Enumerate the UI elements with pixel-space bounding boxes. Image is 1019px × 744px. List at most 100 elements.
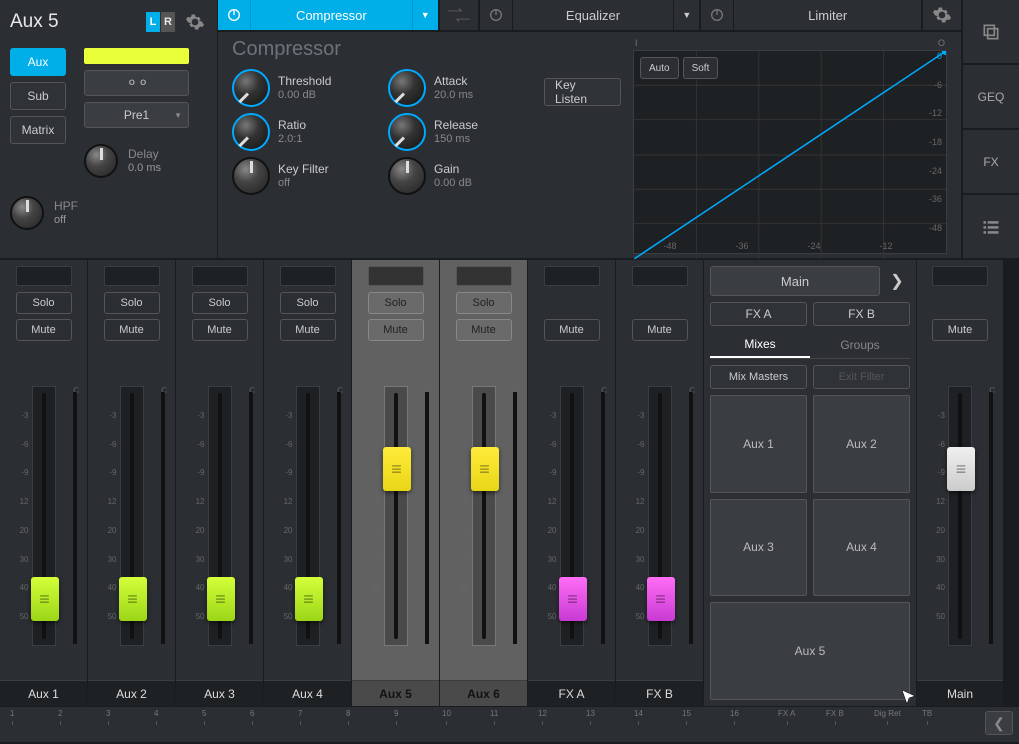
fxb-button[interactable]: FX B: [813, 302, 910, 326]
fx-swap-button[interactable]: [440, 0, 478, 30]
threshold-knob[interactable]: [232, 69, 270, 107]
release-knob[interactable]: [388, 113, 426, 151]
fader-cap[interactable]: [295, 577, 323, 621]
solo-button[interactable]: Solo: [104, 292, 160, 314]
fx-dropdown-icon[interactable]: ▼: [673, 0, 699, 30]
fader-cap[interactable]: [383, 447, 411, 491]
mute-button[interactable]: Mute: [104, 319, 160, 341]
lr-assign[interactable]: L R: [146, 12, 175, 32]
strip-select-slot[interactable]: [104, 266, 160, 286]
key-listen-button[interactable]: Key Listen: [544, 78, 621, 106]
strip-select-slot[interactable]: [456, 266, 512, 286]
solo-button[interactable]: Solo: [16, 292, 72, 314]
stereo-link-button[interactable]: ⚬⚬: [84, 70, 189, 96]
fx-settings-gear-icon[interactable]: [923, 0, 961, 30]
compressor-graph[interactable]: Auto Soft 0-6-12-18-24-36-48 -48-36-24-1…: [633, 50, 947, 254]
fader-track[interactable]: -3-6-91220304050: [32, 386, 56, 646]
strip-select-slot[interactable]: [368, 266, 424, 286]
aux-button[interactable]: Aux: [10, 48, 66, 76]
fx-dropdown-icon[interactable]: ▼: [412, 0, 438, 30]
fader-cap[interactable]: [947, 447, 975, 491]
fader-track[interactable]: -3-6-91220304050: [384, 386, 408, 646]
rail-list-icon[interactable]: [963, 195, 1019, 258]
delay-knob[interactable]: [84, 144, 118, 178]
level-meter: [337, 392, 341, 644]
fx-power-icon[interactable]: [701, 0, 733, 30]
mute-button[interactable]: Mute: [368, 319, 424, 341]
nav-next-icon[interactable]: ❯: [884, 266, 910, 296]
mute-button[interactable]: Mute: [932, 319, 988, 341]
hpf-knob[interactable]: [10, 196, 44, 230]
exit-filter-button[interactable]: Exit Filter: [813, 365, 910, 389]
pre-post-select[interactable]: Pre1: [84, 102, 189, 128]
solo-button[interactable]: Solo: [192, 292, 248, 314]
timeline-back-button[interactable]: ❮: [985, 711, 1013, 735]
strip-select-slot[interactable]: [192, 266, 248, 286]
fx-power-icon[interactable]: [480, 0, 512, 30]
fx-slot-limiter[interactable]: Limiter: [701, 0, 921, 30]
solo-button[interactable]: Solo: [456, 292, 512, 314]
aux-mix-cell[interactable]: Aux 1: [710, 395, 807, 493]
graph-y-axis: 0-6-12-18-24-36-48: [929, 51, 942, 233]
fader-cap[interactable]: [31, 577, 59, 621]
solo-button[interactable]: Solo: [368, 292, 424, 314]
fx-slot-compressor[interactable]: Compressor ▼: [218, 0, 438, 30]
sub-button[interactable]: Sub: [10, 82, 66, 110]
gain-value: 0.00 dB: [434, 177, 472, 190]
matrix-button[interactable]: Matrix: [10, 116, 66, 144]
aux-mix-cell[interactable]: Aux 5: [710, 602, 910, 700]
mute-button[interactable]: Mute: [280, 319, 336, 341]
timeline-tick: 5: [202, 709, 206, 718]
strip-select-slot[interactable]: [544, 266, 600, 286]
fader-track[interactable]: -3-6-91220304050: [948, 386, 972, 646]
mute-button[interactable]: Mute: [16, 319, 72, 341]
aux-mix-cell[interactable]: Aux 3: [710, 499, 807, 597]
fader-track[interactable]: -3-6-91220304050: [208, 386, 232, 646]
ratio-knob[interactable]: [232, 113, 270, 151]
tab-mixes[interactable]: Mixes: [710, 332, 810, 358]
level-meter: [989, 392, 993, 644]
channel-settings-gear-icon[interactable]: [183, 10, 207, 34]
fader-cap[interactable]: [647, 577, 675, 621]
fader-cap[interactable]: [559, 577, 587, 621]
strip-name-label: FX B: [616, 680, 703, 706]
keyfilter-knob[interactable]: [232, 157, 270, 195]
fxa-button[interactable]: FX A: [710, 302, 807, 326]
aux-mix-cell[interactable]: Aux 2: [813, 395, 910, 493]
strip-select-slot[interactable]: [632, 266, 688, 286]
graph-auto-button[interactable]: Auto: [640, 57, 679, 79]
strip-select-slot[interactable]: [16, 266, 72, 286]
channel-strip: SoloMute-3-6-91220304050CAux 6: [440, 260, 527, 706]
channel-scroll-timeline[interactable]: ❮ 12345678910111213141516FX AFX BDig Ret…: [0, 706, 1019, 742]
tab-groups[interactable]: Groups: [810, 332, 910, 358]
rail-geq-button[interactable]: GEQ: [963, 65, 1019, 128]
graph-soft-button[interactable]: Soft: [683, 57, 719, 79]
attack-knob[interactable]: [388, 69, 426, 107]
strip-select-slot[interactable]: [280, 266, 336, 286]
fx-slot-equalizer[interactable]: Equalizer ▼: [480, 0, 700, 30]
ratio-value: 2.0:1: [278, 133, 306, 146]
rail-copy-icon[interactable]: [963, 0, 1019, 63]
fx-power-icon[interactable]: [218, 0, 250, 30]
rail-fx-button[interactable]: FX: [963, 130, 1019, 193]
mix-masters-button[interactable]: Mix Masters: [710, 365, 807, 389]
mute-button[interactable]: Mute: [456, 319, 512, 341]
fader-cap[interactable]: [207, 577, 235, 621]
solo-button[interactable]: Solo: [280, 292, 336, 314]
attack-label: Attack: [434, 74, 473, 88]
fader-track[interactable]: -3-6-91220304050: [472, 386, 496, 646]
fader-track[interactable]: -3-6-91220304050: [648, 386, 672, 646]
mute-button[interactable]: Mute: [192, 319, 248, 341]
fader-track[interactable]: -3-6-91220304050: [560, 386, 584, 646]
fader-track[interactable]: -3-6-91220304050: [296, 386, 320, 646]
mute-button[interactable]: Mute: [544, 319, 600, 341]
gain-knob[interactable]: [388, 157, 426, 195]
fader-track[interactable]: -3-6-91220304050: [120, 386, 144, 646]
fader-cap[interactable]: [471, 447, 499, 491]
aux-mix-cell[interactable]: Aux 4: [813, 499, 910, 597]
main-mix-button[interactable]: Main: [710, 266, 880, 296]
timeline-tick: 12: [538, 709, 547, 718]
fader-cap[interactable]: [119, 577, 147, 621]
strip-select-slot[interactable]: [932, 266, 988, 286]
mute-button[interactable]: Mute: [632, 319, 688, 341]
